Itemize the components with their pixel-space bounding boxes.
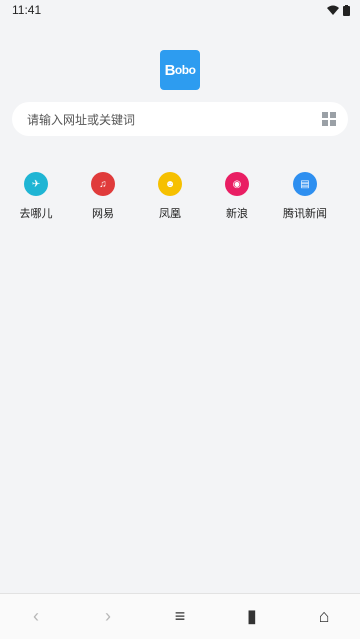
book-icon: ▮ [247,606,257,626]
status-icons [327,4,350,16]
app-logo: Bobo [160,50,200,90]
chevron-right-icon: › [105,606,111,626]
plane-icon: ✈ [24,172,48,196]
battery-icon [343,4,350,16]
shortcut-label: 腾讯新闻 [283,208,327,220]
shortcut-label: 凤凰 [159,208,181,220]
phoenix-icon: ☻ [158,172,182,196]
shortcut-netease[interactable]: ♫ 网易 [73,172,133,221]
shortcut-label: 去哪儿 [19,208,53,220]
qr-scan-icon[interactable] [322,112,336,126]
shortcut-grid: ✈ 去哪儿 ♫ 网易 ☻ 凤凰 ◉ 新浪 ▤ 腾讯新闻 [0,172,360,232]
home-button[interactable]: ⌂ [304,597,344,637]
wifi-icon [327,5,339,15]
menu-button[interactable]: ≡ [160,597,200,637]
logo-letter: B [164,61,176,79]
logo-text: obo [174,63,196,77]
shortcut-tencent-news[interactable]: ▤ 腾讯新闻 [275,172,335,221]
bottom-nav: ‹ › ≡ ▮ ⌂ [0,593,360,639]
news-icon: ▤ [293,172,317,196]
status-time: 11:41 [12,3,42,17]
music-note-icon: ♫ [91,172,115,196]
search-placeholder: 请输入网址或关键词 [27,112,136,127]
shortcut-label: 网易 [92,208,114,220]
back-button[interactable]: ‹ [16,597,56,637]
rss-icon: ◉ [225,172,249,196]
status-bar: 11:41 [0,0,360,20]
bookmarks-button[interactable]: ▮ [232,597,272,637]
menu-icon: ≡ [174,606,186,626]
home-icon: ⌂ [318,606,330,626]
shortcut-ifeng[interactable]: ☻ 凤凰 [140,172,200,221]
search-input[interactable]: 请输入网址或关键词 [12,102,348,136]
shortcut-qunar[interactable]: ✈ 去哪儿 [6,172,66,221]
chevron-left-icon: ‹ [33,606,39,626]
forward-button[interactable]: › [88,597,128,637]
shortcut-sina[interactable]: ◉ 新浪 [207,172,267,221]
shortcut-label: 新浪 [226,208,248,220]
